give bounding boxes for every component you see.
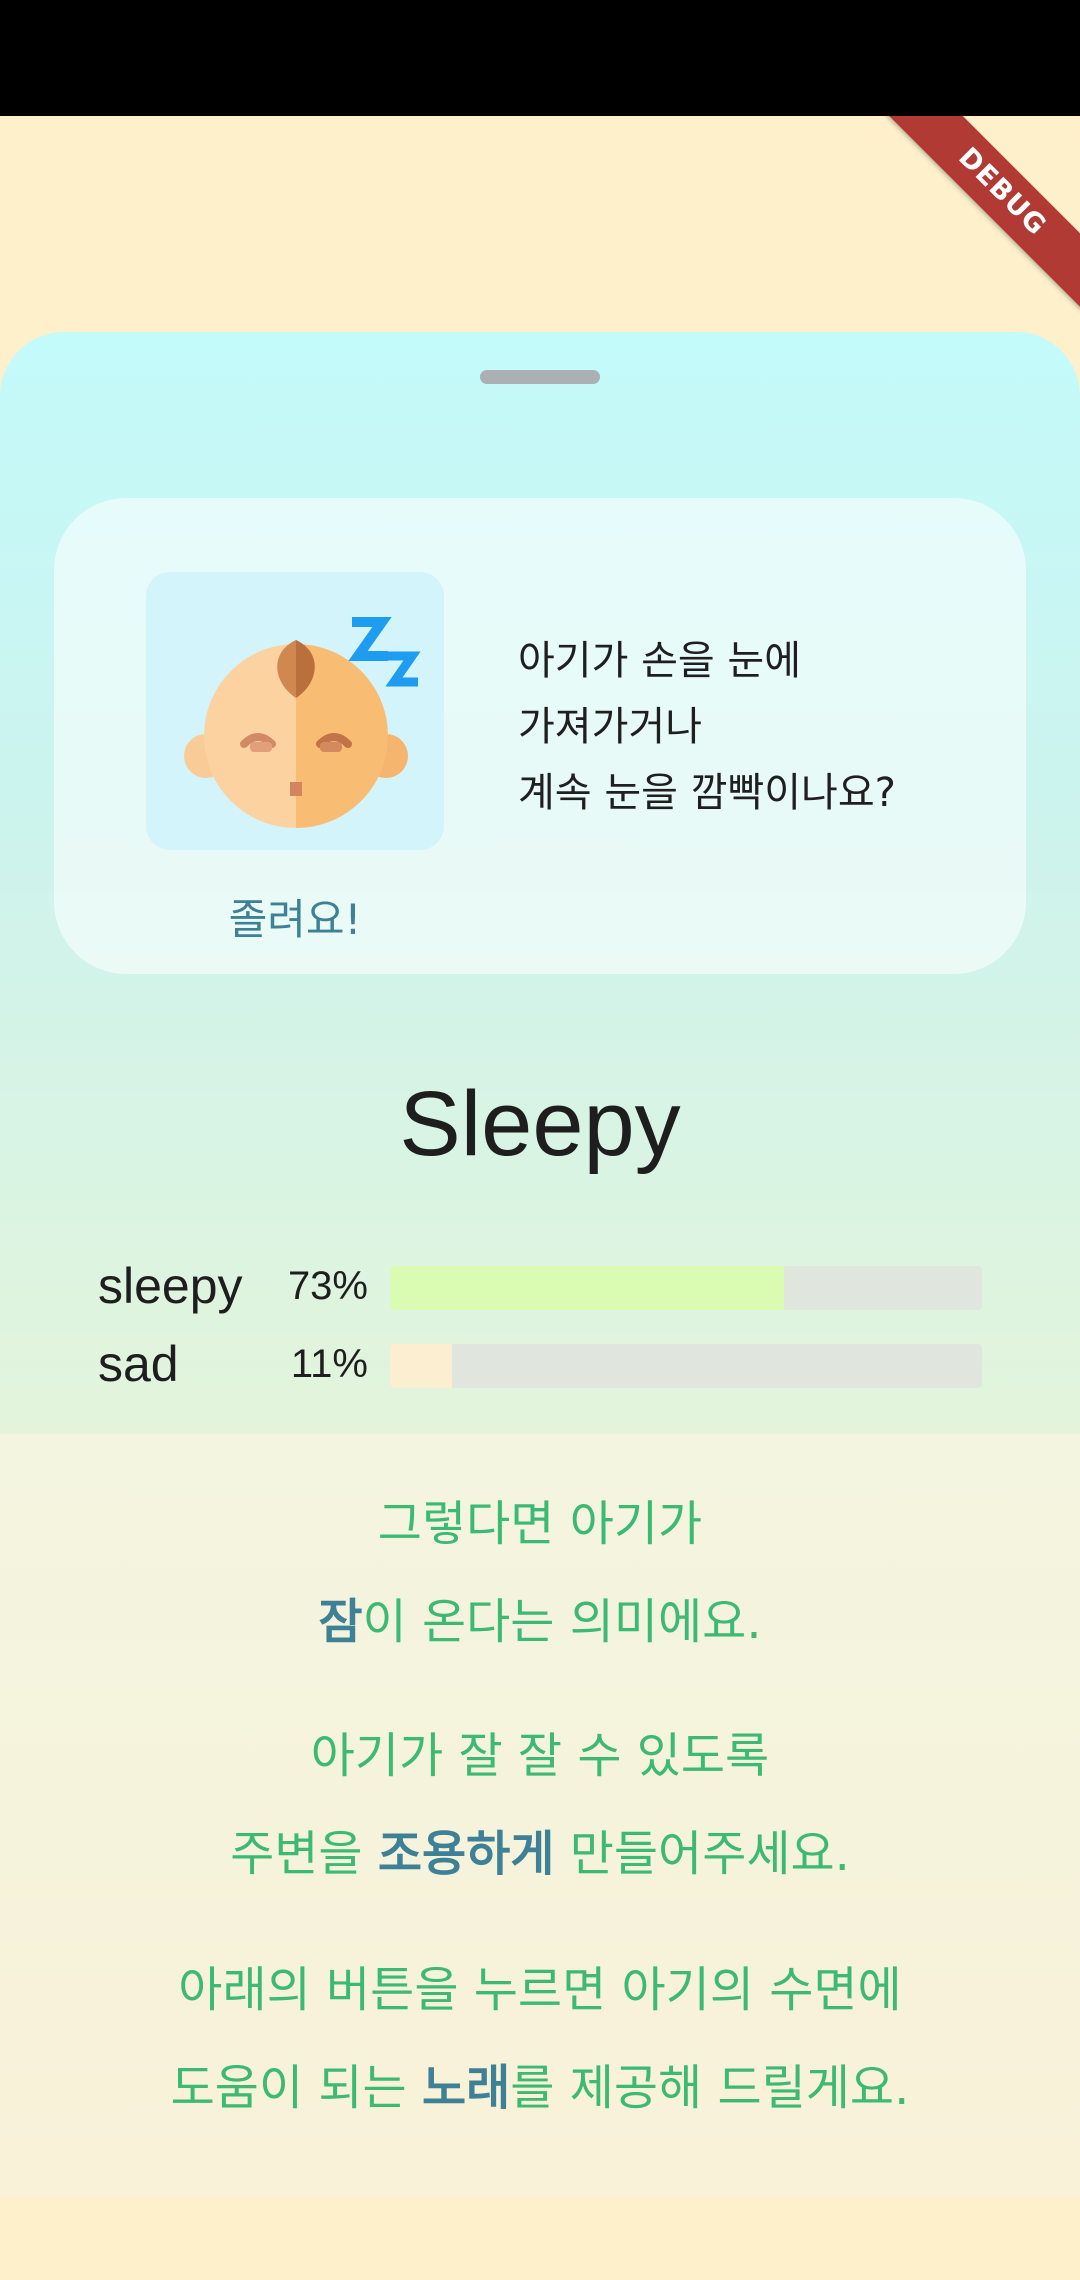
- state-card: 졸려요! 아기가 손을 눈에 가져가거나 계속 눈을 깜빡이나요?: [54, 498, 1026, 974]
- question-line: 아기가 손을 눈에: [518, 638, 802, 684]
- message-line: 그렇다면 아기가: [0, 1484, 1080, 1554]
- message-text: 아래의 버튼을 누르면 아기의 수면에: [178, 1962, 902, 2018]
- message-text: 를 제공해 드릴게요.: [510, 2060, 910, 2116]
- stat-percent: 73%: [287, 1264, 368, 1308]
- debug-banner-label: DEBUG: [884, 116, 1080, 310]
- debug-banner: DEBUG: [880, 116, 1080, 316]
- sleeping-baby-icon: [184, 617, 421, 828]
- stat-row-sad: sad 11%: [98, 1334, 998, 1394]
- baby-icon-tile: [146, 572, 444, 850]
- message-line: 도움이 되는 노래를 제공해 드릴게요.: [0, 2048, 1080, 2118]
- message-text: 만들어주세요.: [554, 1826, 850, 1882]
- stat-bar: [390, 1344, 982, 1388]
- advice-message: 그렇다면 아기가 잠이 온다는 의미에요. 아기가 잘 잘 수 있도록 주변을 …: [0, 1434, 1080, 2196]
- bottom-sheet: 졸려요! 아기가 손을 눈에 가져가거나 계속 눈을 깜빡이나요? Sleepy…: [0, 332, 1080, 1434]
- message-line: 잠이 온다는 의미에요.: [0, 1582, 1080, 1652]
- stat-bar-fill: [390, 1266, 784, 1310]
- question-line: 가져가거나: [518, 704, 702, 750]
- stat-name: sad: [98, 1336, 179, 1392]
- status-bar: [0, 0, 1080, 116]
- stat-percent: 11%: [290, 1342, 368, 1386]
- question-line: 계속 눈을 깜빡이나요?: [518, 770, 896, 816]
- stat-name: sleepy: [98, 1258, 243, 1314]
- stat-bar: [390, 1266, 982, 1310]
- message-highlight: 노래: [421, 2060, 511, 2116]
- stat-row-sleepy: sleepy 73%: [98, 1256, 998, 1316]
- result-label: Sleepy: [399, 1073, 681, 1175]
- message-highlight: 조용하게: [377, 1826, 555, 1882]
- stat-bar-fill: [390, 1344, 453, 1388]
- message-text: 이 온다는 의미에요.: [362, 1594, 762, 1650]
- message-line: 아기가 잘 잘 수 있도록: [0, 1716, 1080, 1786]
- message-line: 아래의 버튼을 누르면 아기의 수면에: [0, 1950, 1080, 2020]
- message-text: 그렇다면 아기가: [377, 1496, 703, 1552]
- message-highlight: 잠: [318, 1594, 363, 1650]
- message-text: 도움이 되는: [170, 2060, 422, 2116]
- message-line: 주변을 조용하게 만들어주세요.: [0, 1814, 1080, 1884]
- drag-handle[interactable]: [480, 370, 600, 384]
- message-text: 주변을: [230, 1826, 378, 1882]
- message-text: 아기가 잘 잘 수 있도록: [310, 1728, 770, 1784]
- state-question: 아기가 손을 눈에 가져가거나 계속 눈을 깜빡이나요?: [518, 628, 998, 826]
- state-caption: 졸려요!: [228, 895, 362, 944]
